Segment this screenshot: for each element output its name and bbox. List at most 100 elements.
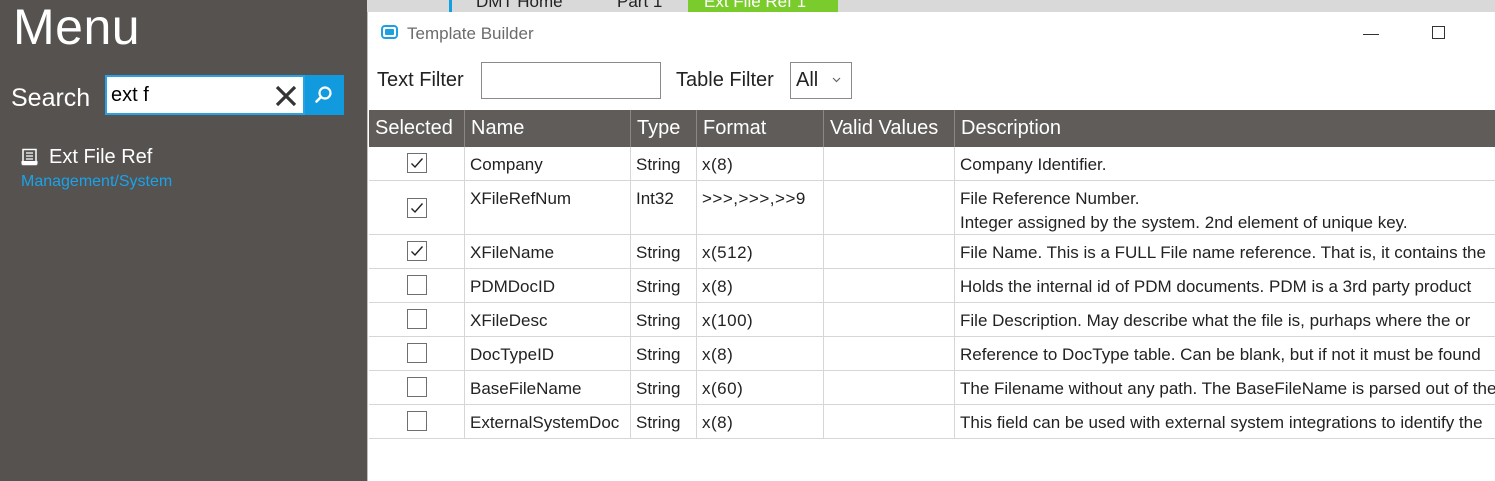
cell-format: x(8) <box>697 337 824 370</box>
row-checkbox[interactable] <box>407 275 427 295</box>
cell-selected <box>369 405 465 438</box>
column-header-selected[interactable]: Selected <box>369 110 465 147</box>
type-text: String <box>636 155 681 174</box>
table-row[interactable]: XFileName String x(512) File Name. This is … <box>369 235 1495 269</box>
cell-valid <box>824 147 955 180</box>
cell-format: x(8) <box>697 405 824 438</box>
cell-name: Company <box>465 147 631 180</box>
table-filter-select[interactable]: All <box>790 62 852 99</box>
description-line: File Name. This is a FULL File name refe… <box>960 243 1486 262</box>
row-checkbox[interactable] <box>407 153 427 173</box>
table-filter-label: Table Filter <box>676 69 774 91</box>
cell-valid <box>824 371 955 404</box>
name-text: ExternalSystemDoc <box>470 413 620 432</box>
table-row[interactable]: Company String x(8) Company Identifier. <box>369 147 1495 181</box>
row-checkbox[interactable] <box>407 411 427 431</box>
cell-valid <box>824 181 955 234</box>
cell-name: BaseFileName <box>465 371 631 404</box>
cell-description: The Filename without any path. The BaseF… <box>955 371 1495 404</box>
search-icon <box>315 86 332 103</box>
cell-name: XFileName <box>465 235 631 268</box>
cell-format: x(100) <box>697 303 824 336</box>
column-header-format[interactable]: Format <box>697 110 824 147</box>
format-text: x(8) <box>702 413 734 432</box>
tab-dmt-home[interactable]: DMT Home <box>449 0 616 12</box>
cell-selected <box>369 147 465 180</box>
title-bar[interactable]: Template Builder <box>368 12 1495 56</box>
name-text: XFileDesc <box>470 311 548 330</box>
table-row[interactable]: XFileRefNum Int32 >>>,>>>,>>9 File Referenc… <box>369 181 1495 235</box>
window-title: Template Builder <box>407 24 534 43</box>
table-row[interactable]: XFileDesc String x(100) File Description. M… <box>369 303 1495 337</box>
type-text: String <box>636 345 681 364</box>
cell-name: XFileRefNum <box>465 181 631 234</box>
row-checkbox[interactable] <box>407 241 427 261</box>
cell-type: String <box>631 371 697 404</box>
tab-part-1[interactable]: Part 1 <box>617 0 687 12</box>
description-line: The Filename without any path. The BaseF… <box>960 379 1495 398</box>
row-checkbox[interactable] <box>407 198 427 218</box>
cell-description: File Reference Number. Integer assigned b… <box>955 181 1495 234</box>
cell-valid <box>824 405 955 438</box>
cell-format: x(8) <box>697 147 824 180</box>
cell-valid <box>824 303 955 336</box>
table-row[interactable]: DocTypeID String x(8) Reference to DocType … <box>369 337 1495 371</box>
description-line: This field can be used with external sys… <box>960 413 1483 432</box>
table-row[interactable]: BaseFileName String x(60) The Filename with… <box>369 371 1495 405</box>
search-input[interactable] <box>111 81 269 109</box>
cell-selected <box>369 371 465 404</box>
cell-format: x(512) <box>697 235 824 268</box>
text-filter-label: Text Filter <box>377 69 464 91</box>
name-text: PDMDocID <box>470 277 556 296</box>
tab-ext-file-ref-1[interactable]: Ext File Ref 1 <box>688 0 838 12</box>
window-icon <box>381 25 398 39</box>
text-filter-input[interactable] <box>481 62 661 99</box>
cell-selected <box>369 337 465 370</box>
template-builder-window: Template Builder Text Filter Table Filte… <box>367 12 1495 481</box>
cell-selected <box>369 181 465 234</box>
row-checkbox[interactable] <box>407 377 427 397</box>
column-header-valid-values[interactable]: Valid Values <box>824 110 955 147</box>
cell-type: String <box>631 337 697 370</box>
type-text: String <box>636 379 681 398</box>
column-header-type[interactable]: Type <box>631 110 697 147</box>
cell-description: Reference to DocType table. Can be blank… <box>955 337 1495 370</box>
cell-type: String <box>631 269 697 302</box>
table-row[interactable]: PDMDocID String x(8) Holds the internal id … <box>369 269 1495 303</box>
cell-type: String <box>631 147 697 180</box>
format-text: >>>,>>>,>>9 <box>702 189 806 208</box>
cell-name: DocTypeID <box>465 337 631 370</box>
search-button[interactable] <box>305 75 344 115</box>
description-line: File Reference Number. <box>960 189 1140 208</box>
close-icon[interactable] <box>273 83 299 109</box>
cell-selected <box>369 269 465 302</box>
cell-name: XFileDesc <box>465 303 631 336</box>
tab-strip: DMT Home Part 1 Ext File Ref 1 <box>367 0 1495 12</box>
table-filter-value: All <box>796 69 819 91</box>
cell-description: File Description. May describe what the … <box>955 303 1495 336</box>
search-result-title: Ext File Ref <box>49 146 153 168</box>
cell-description: Holds the internal id of PDM documents. … <box>955 269 1495 302</box>
search-result-path: Management/System <box>21 173 173 190</box>
maximize-icon[interactable] <box>1432 26 1445 39</box>
menu-title: Menu <box>13 0 141 55</box>
format-text: x(60) <box>702 379 744 398</box>
cell-valid <box>824 269 955 302</box>
cell-selected <box>369 235 465 268</box>
search-label: Search <box>11 84 91 112</box>
format-text: x(8) <box>702 345 734 364</box>
cell-format: >>>,>>>,>>9 <box>697 181 824 234</box>
cell-valid <box>824 337 955 370</box>
cell-format: x(60) <box>697 371 824 404</box>
row-checkbox[interactable] <box>407 309 427 329</box>
cell-type: String <box>631 405 697 438</box>
cell-selected <box>369 303 465 336</box>
chevron-down-icon <box>832 77 841 83</box>
cell-description: File Name. This is a FULL File name refe… <box>955 235 1495 268</box>
search-box[interactable] <box>105 75 305 115</box>
column-header-name[interactable]: Name <box>465 110 631 147</box>
column-header-description[interactable]: Description <box>955 110 1495 147</box>
minimize-icon[interactable] <box>1363 34 1379 35</box>
row-checkbox[interactable] <box>407 343 427 363</box>
table-row[interactable]: ExternalSystemDoc String x(8) This field ca… <box>369 405 1495 439</box>
